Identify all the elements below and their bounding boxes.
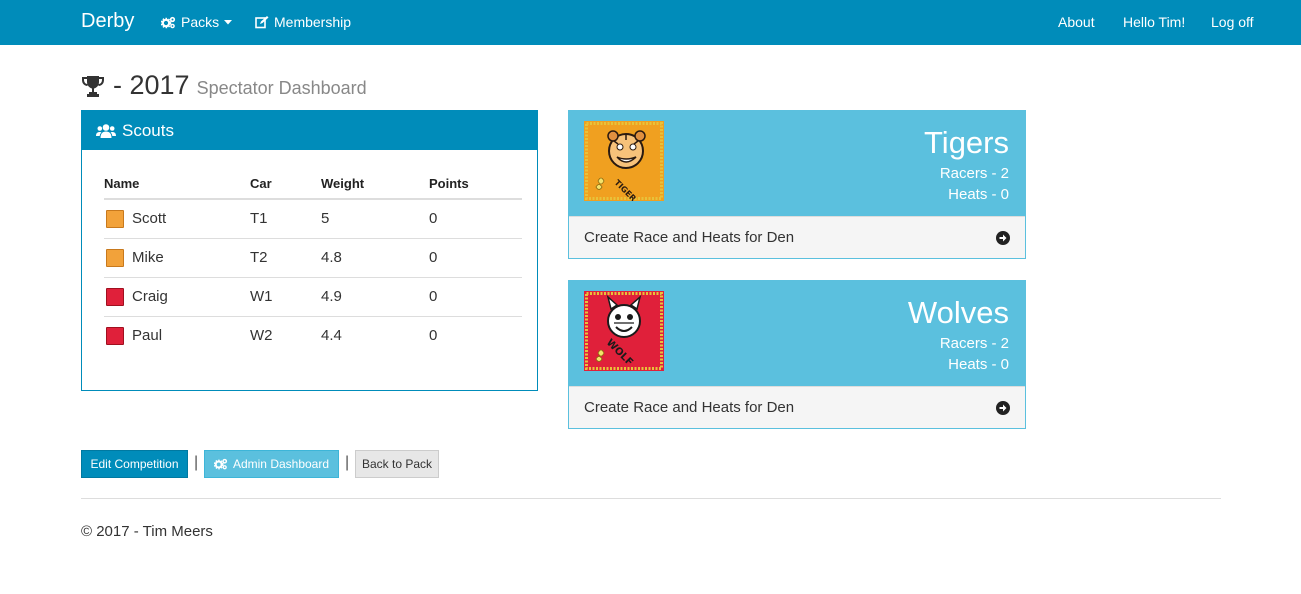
membership-link[interactable]: Membership: [255, 14, 351, 30]
scout-name: Paul: [132, 327, 163, 345]
footer-divider: [81, 498, 1221, 499]
table-row: Mike T2 4.8 0: [104, 238, 522, 278]
den-name: Wolves: [907, 295, 1009, 330]
scout-weight: 4.8: [321, 238, 429, 278]
tiger-cub-patch-icon: TIGER CUB: [584, 121, 664, 201]
create-race-link-wolves[interactable]: Create Race and Heats for Den: [569, 386, 1025, 428]
separator: |: [345, 454, 350, 471]
edit-competition-button[interactable]: Edit Competition: [81, 450, 188, 478]
scouts-heading-label: Scouts: [122, 120, 174, 140]
tiger-patch-icon: [106, 248, 124, 267]
scouts-panel-heading: Scouts: [82, 111, 537, 150]
admin-dashboard-button[interactable]: Admin Dashboard: [204, 450, 339, 478]
column-header-weight: Weight: [321, 169, 429, 200]
arrow-circle-right-icon: [996, 401, 1010, 415]
den-racers-count: Racers - 2: [939, 335, 1009, 352]
den-panel-heading: WOLF Wolves Racers - 2 Heats - 0: [569, 281, 1025, 386]
scout-name: Scott: [132, 210, 167, 228]
column-header-points: Points: [429, 169, 522, 200]
admin-dashboard-label: Admin Dashboard: [232, 457, 330, 471]
arrow-circle-right-icon: [996, 231, 1010, 245]
gears-icon: [161, 16, 176, 28]
caret-down-icon: [224, 19, 233, 24]
create-race-link-tigers[interactable]: Create Race and Heats for Den: [569, 216, 1025, 258]
den-name: Tigers: [924, 125, 1009, 160]
tiger-patch-icon: [106, 209, 124, 228]
title-year: - 2017: [113, 70, 190, 100]
den-heats-count: Heats - 0: [948, 356, 1009, 373]
gears-icon: [213, 458, 228, 470]
create-race-label: Create Race and Heats for Den: [584, 399, 795, 416]
scout-name: Mike: [132, 249, 164, 266]
den-racers-count: Racers - 2: [939, 165, 1009, 182]
scout-points: 0: [429, 199, 522, 239]
den-panel-heading: TIGER CUB Tigers Racers - 2 Heats - 0: [569, 111, 1025, 216]
brand-link[interactable]: Derby: [81, 10, 134, 33]
logoff-link[interactable]: Log off: [1211, 14, 1254, 30]
trophy-icon: [82, 75, 104, 97]
top-navbar: Derby Packs Membership About Hello Tim! …: [0, 0, 1301, 45]
scout-weight: 4.4: [321, 327, 342, 345]
wolf-patch-icon: [106, 326, 124, 345]
packs-dropdown[interactable]: Packs: [161, 14, 233, 30]
table-row: Craig W1 4.9 0: [104, 277, 522, 317]
scout-points: 0: [429, 277, 522, 317]
packs-label: Packs: [181, 14, 220, 30]
back-to-pack-button[interactable]: Back to Pack: [355, 450, 439, 478]
footer-copyright: © 2017 - Tim Meers: [81, 523, 213, 540]
column-header-name: Name: [104, 169, 250, 200]
column-header-car: Car: [250, 169, 321, 200]
table-header-row: Name Car Weight Points: [104, 169, 522, 200]
scouts-table: Name Car Weight Points Scott T1 5 0 Mike…: [104, 169, 522, 355]
den-panel-tigers: TIGER CUB Tigers Racers - 2 Heats - 0 Cr…: [568, 110, 1026, 259]
separator: |: [194, 454, 199, 471]
create-race-label: Create Race and Heats for Den: [584, 229, 795, 246]
membership-label: Membership: [274, 14, 352, 30]
table-row: Scott T1 5 0: [104, 199, 522, 239]
scout-weight: 5: [321, 199, 429, 239]
edit-icon: [255, 15, 269, 28]
den-panel-wolves: WOLF Wolves Racers - 2 Heats - 0 Create …: [568, 280, 1026, 429]
wolf-patch-icon: [106, 287, 124, 306]
title-subtitle: Spectator Dashboard: [196, 78, 367, 98]
scout-car: T1: [250, 199, 321, 239]
page-title: - 2017 Spectator Dashboard: [81, 70, 367, 101]
users-icon: [96, 123, 116, 138]
about-link[interactable]: About: [1058, 14, 1095, 30]
scout-car: W2: [250, 327, 273, 345]
scout-points: 0: [429, 238, 522, 278]
table-row: Paul W2 4.4 0: [104, 316, 522, 355]
scout-car: W1: [250, 277, 321, 317]
user-greeting-link[interactable]: Hello Tim!: [1123, 14, 1185, 30]
scout-name: Craig: [132, 288, 168, 305]
den-heats-count: Heats - 0: [948, 186, 1009, 203]
scout-points: 0: [429, 327, 438, 345]
wolf-patch-icon: WOLF: [584, 291, 664, 371]
scout-weight: 4.9: [321, 277, 429, 317]
scout-car: T2: [250, 238, 321, 278]
scouts-panel: Scouts Name Car Weight Points Scott T1 5…: [81, 110, 538, 391]
